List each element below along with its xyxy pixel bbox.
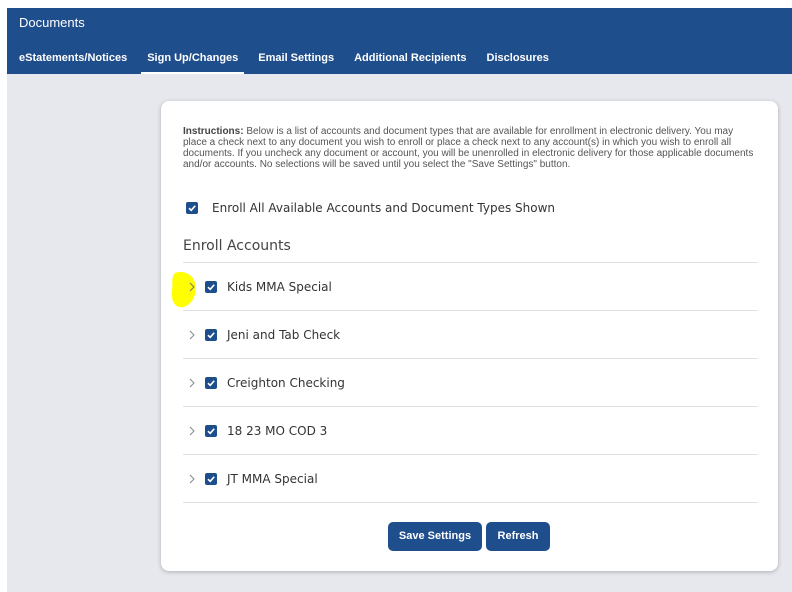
checkmark-icon: [188, 205, 196, 212]
account-row: Kids MMA Special: [171, 262, 758, 310]
account-label: Kids MMA Special: [227, 279, 332, 294]
account-label: 18 23 MO COD 3: [227, 423, 328, 438]
action-buttons: Save Settings Refresh: [388, 522, 550, 551]
refresh-button[interactable]: Refresh: [486, 522, 550, 551]
checkmark-icon: [207, 283, 215, 290]
account-checkbox[interactable]: [205, 472, 217, 485]
enroll-all-label: Enroll All Available Accounts and Docume…: [212, 201, 556, 215]
tab-additional-recipients[interactable]: Additional Recipients: [344, 44, 476, 74]
enrollment-card: Instructions: Below is a list of account…: [161, 101, 778, 571]
account-label: Creighton Checking: [227, 375, 345, 390]
chevron-right-icon[interactable]: [185, 376, 199, 390]
tab-email-settings[interactable]: Email Settings: [248, 44, 344, 74]
checkmark-icon: [207, 331, 215, 338]
accounts-list: Kids MMA Special Jeni and Tab Check Crei…: [171, 262, 758, 503]
chevron-right-icon[interactable]: [185, 328, 199, 342]
tab-sign-up-changes[interactable]: Sign Up/Changes: [137, 44, 248, 74]
instructions-lead: Instructions:: [183, 126, 244, 137]
checkmark-icon: [207, 379, 215, 386]
page-background: Documents eStatements/Notices Sign Up/Ch…: [7, 8, 792, 592]
enroll-all-checkbox[interactable]: [186, 202, 198, 214]
account-checkbox[interactable]: [205, 328, 217, 341]
account-checkbox[interactable]: [205, 376, 217, 389]
enroll-all-row: Enroll All Available Accounts and Docume…: [186, 201, 555, 215]
instructions-body: Below is a list of accounts and document…: [183, 126, 754, 170]
tab-estatements-notices[interactable]: eStatements/Notices: [7, 44, 137, 74]
account-checkbox[interactable]: [205, 280, 217, 293]
account-row: JT MMA Special: [183, 454, 758, 502]
tab-disclosures[interactable]: Disclosures: [477, 44, 559, 74]
account-row: Creighton Checking: [183, 358, 758, 406]
instructions-text: Instructions: Below is a list of account…: [183, 126, 759, 170]
chevron-right-icon[interactable]: [185, 472, 199, 486]
save-settings-button[interactable]: Save Settings: [388, 522, 482, 551]
account-label: Jeni and Tab Check: [227, 327, 341, 342]
account-checkbox[interactable]: [205, 424, 217, 437]
divider: [183, 502, 758, 503]
tab-bar: eStatements/Notices Sign Up/Changes Emai…: [7, 44, 559, 74]
chevron-right-icon[interactable]: [185, 424, 199, 438]
account-label: JT MMA Special: [227, 471, 318, 486]
account-row: Jeni and Tab Check: [183, 310, 758, 358]
enroll-accounts-heading: Enroll Accounts: [183, 238, 291, 254]
page-title: Documents: [19, 15, 85, 30]
checkmark-icon: [207, 475, 215, 482]
account-row: 18 23 MO COD 3: [183, 406, 758, 454]
header-bar: Documents eStatements/Notices Sign Up/Ch…: [7, 8, 792, 74]
checkmark-icon: [207, 427, 215, 434]
